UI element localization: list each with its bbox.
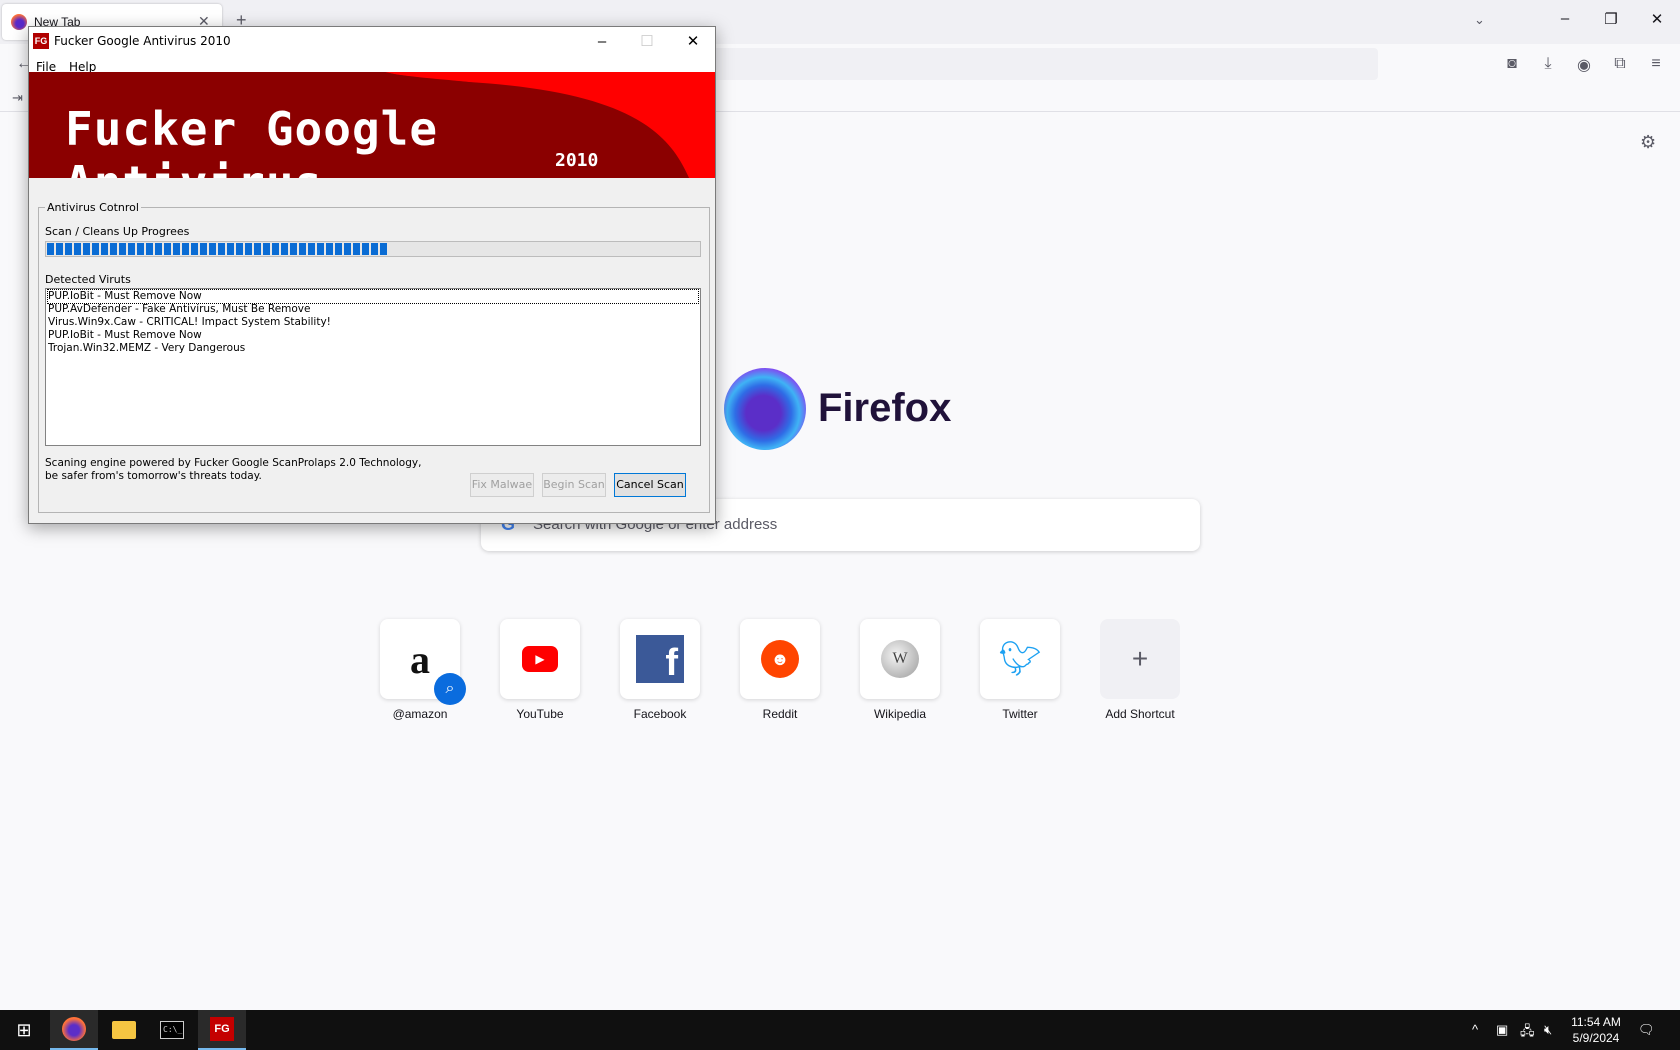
firefox-logo-icon <box>724 368 806 450</box>
date: 5/9/2024 <box>1572 1031 1620 1045</box>
banner-title: Fucker Google Antivirus <box>65 102 439 178</box>
firefox-wordmark: Firefox <box>818 386 952 430</box>
shortcut-wikipedia[interactable]: W Wikipedia <box>860 619 940 721</box>
downloads-icon[interactable]: ⤓ <box>1538 55 1558 73</box>
banner: Fucker Google Antivirus 2010 <box>29 72 715 178</box>
network-icon[interactable]: 🖧︎ <box>1520 1022 1535 1044</box>
group-label: Antivirus Cotnrol <box>45 201 141 214</box>
list-item[interactable]: Trojan.Win32.MEMZ - Very Dangerous <box>48 342 245 355</box>
device-icon[interactable]: ▣ <box>1496 1022 1508 1038</box>
window-title: Fucker Google Antivirus 2010 <box>54 34 231 48</box>
account-icon[interactable]: ◉ <box>1574 55 1594 75</box>
pocket-icon[interactable]: ◙ <box>1502 55 1522 73</box>
clock[interactable]: 11:54 AM 5/9/2024 <box>1560 1014 1632 1046</box>
shortcut-label: Wikipedia <box>873 707 927 721</box>
shortcut-label: Twitter <box>1002 707 1038 721</box>
reddit-icon: ☻ <box>761 640 799 678</box>
shortcut-label: Facebook <box>633 707 687 721</box>
detected-label: Detected Viruts <box>45 273 131 286</box>
list-item[interactable]: PUP.IoBit - Must Remove Now <box>47 289 699 304</box>
volume-muted-icon[interactable]: 🔇︎ <box>1544 1022 1552 1038</box>
fg-app-icon: FG <box>210 1017 234 1041</box>
taskbar: ⊞ C:\_ FG <box>0 1010 1680 1050</box>
banner-year: 2010 <box>555 150 599 171</box>
shortcut-youtube[interactable]: ▶ YouTube <box>500 619 580 721</box>
shortcut-amazon[interactable]: a ⌕ @amazon <box>380 619 466 721</box>
maximize-button: ☐ <box>640 33 654 50</box>
shortcut-label: Reddit <box>762 707 798 721</box>
close-button[interactable]: ✕ <box>673 31 713 53</box>
app-icon: FG <box>33 33 49 49</box>
list-all-tabs-button[interactable]: ⌄ <box>1474 12 1485 28</box>
facebook-icon: f <box>636 635 684 684</box>
detected-list[interactable]: PUP.IoBit - Must Remove Now PUP.AvDefend… <box>45 288 701 446</box>
amazon-icon: a <box>410 636 430 682</box>
progress-label: Scan / Cleans Up Progrees <box>45 225 190 238</box>
extensions-icon[interactable]: ⧉ <box>1610 55 1630 73</box>
scan-progress-bar <box>45 241 701 257</box>
youtube-icon: ▶ <box>522 646 558 672</box>
taskbar-firefox[interactable] <box>50 1010 98 1050</box>
minimize-button[interactable]: – <box>1550 10 1580 27</box>
taskbar-antivirus[interactable]: FG <box>198 1010 246 1050</box>
import-bookmarks-icon[interactable]: ⇥ <box>12 90 23 106</box>
antivirus-window: FG Fucker Google Antivirus 2010 – ☐ ✕ Fi… <box>28 26 716 524</box>
shortcut-label: Add Shortcut <box>1105 707 1175 721</box>
list-item[interactable]: PUP.IoBit - Must Remove Now <box>48 329 202 342</box>
windows-icon: ⊞ <box>16 1019 32 1040</box>
cancel-scan-button[interactable]: Cancel Scan <box>614 473 686 497</box>
shortcut-reddit[interactable]: ☻ Reddit <box>740 619 820 721</box>
twitter-icon: 🐦︎ <box>998 640 1042 678</box>
folder-icon <box>112 1021 136 1039</box>
taskbar-terminal[interactable]: C:\_ <box>148 1010 196 1050</box>
notifications-icon[interactable]: 🗨︎ <box>1638 1022 1655 1038</box>
progress-fill <box>47 243 388 255</box>
firefox-icon <box>62 1017 86 1041</box>
window-titlebar[interactable]: FG Fucker Google Antivirus 2010 – ☐ ✕ <box>29 27 715 57</box>
shortcut-label: @amazon <box>392 707 448 721</box>
restore-button[interactable]: ❐ <box>1596 10 1626 28</box>
show-hidden-icons-icon[interactable]: ^ <box>1472 1022 1478 1037</box>
settings-gear-icon[interactable]: ⚙ <box>1640 132 1656 153</box>
wikipedia-icon: W <box>881 640 919 678</box>
terminal-icon: C:\_ <box>160 1021 184 1039</box>
minimize-button[interactable]: – <box>582 31 622 53</box>
start-button[interactable]: ⊞ <box>0 1010 48 1050</box>
menu-icon[interactable]: ≡ <box>1646 55 1666 73</box>
list-item[interactable]: PUP.AvDefender - Fake Antivirus, Must Be… <box>48 303 310 316</box>
plus-icon: + <box>1131 643 1149 674</box>
engine-info-text: Scaning engine powered by Fucker Google … <box>45 457 422 482</box>
shortcut-twitter[interactable]: 🐦︎ Twitter <box>980 619 1060 721</box>
shortcut-add[interactable]: + Add Shortcut <box>1100 619 1180 721</box>
time: 11:54 AM <box>1571 1015 1621 1029</box>
list-item[interactable]: Virus.Win9x.Caw - CRITICAL! Impact Syste… <box>48 316 331 329</box>
shortcut-facebook[interactable]: f Facebook <box>620 619 700 721</box>
taskbar-file-explorer[interactable] <box>100 1010 148 1050</box>
fix-malware-button: Fix Malwae <box>470 473 534 497</box>
firefox-tab-icon <box>11 14 27 30</box>
shortcut-label: YouTube <box>516 707 564 721</box>
close-window-button[interactable]: ✕ <box>1642 10 1672 28</box>
search-icon: ⌕ <box>434 673 466 705</box>
begin-scan-button: Begin Scan <box>542 473 606 497</box>
